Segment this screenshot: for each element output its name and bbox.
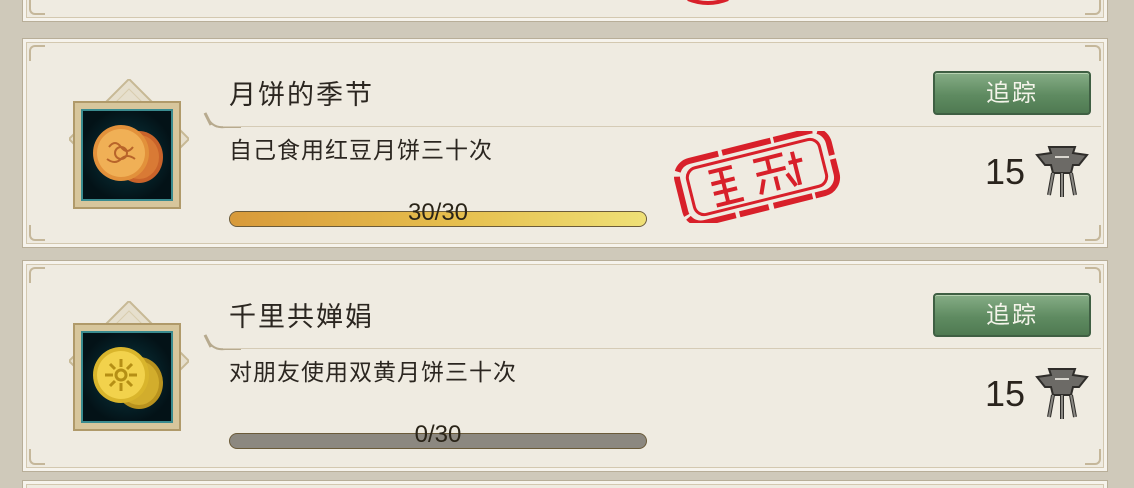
card-corner-ornament <box>1085 0 1101 15</box>
title-divider <box>223 126 1101 127</box>
achievement-list: 月饼的季节 自己食用红豆月饼三十次 30/30 追踪 15 千里共婵娟 对朋友使… <box>0 0 1134 488</box>
reward-value: 15 <box>985 151 1026 192</box>
card-corner-ornament <box>29 449 45 465</box>
title-divider <box>223 348 1101 349</box>
achievement-icon-frame <box>73 323 181 431</box>
achievement-title: 千里共婵娟 <box>229 302 374 333</box>
progress-text: 30/30 <box>407 199 469 226</box>
card-corner-ornament <box>29 225 45 241</box>
achievement-card-partial-bottom <box>22 480 1108 488</box>
card-corner-ornament <box>1085 225 1101 241</box>
achievement-card: 千里共婵娟 对朋友使用双黄月饼三十次 0/30 追踪 15 <box>22 260 1108 472</box>
achievement-card: 月饼的季节 自己食用红豆月饼三十次 30/30 追踪 15 <box>22 38 1108 248</box>
card-corner-ornament <box>29 45 45 61</box>
achievement-title: 月饼的季节 <box>229 80 374 111</box>
achievement-description: 自己食用红豆月饼三十次 <box>229 138 493 164</box>
card-corner-ornament <box>1085 449 1101 465</box>
card-corner-ornament <box>1085 45 1101 61</box>
card-corner-ornament <box>1085 267 1101 283</box>
red-bean-mooncake-icon <box>81 109 173 201</box>
bronze-vessel-icon <box>1035 146 1089 197</box>
achievement-card-partial-top <box>22 0 1108 22</box>
track-button[interactable]: 追踪 <box>933 71 1091 115</box>
completed-seal-stamp <box>673 131 841 223</box>
reward-value: 15 <box>985 373 1026 414</box>
stamp-edge-icon <box>687 0 729 5</box>
achievement-icon-frame <box>73 101 181 209</box>
card-corner-ornament <box>29 267 45 283</box>
achievement-description: 对朋友使用双黄月饼三十次 <box>229 360 517 386</box>
bronze-vessel-icon <box>1035 368 1089 419</box>
card-corner-ornament <box>29 0 45 15</box>
progress-text: 0/30 <box>414 421 462 448</box>
double-yolk-mooncake-icon <box>81 331 173 423</box>
track-button[interactable]: 追踪 <box>933 293 1091 337</box>
